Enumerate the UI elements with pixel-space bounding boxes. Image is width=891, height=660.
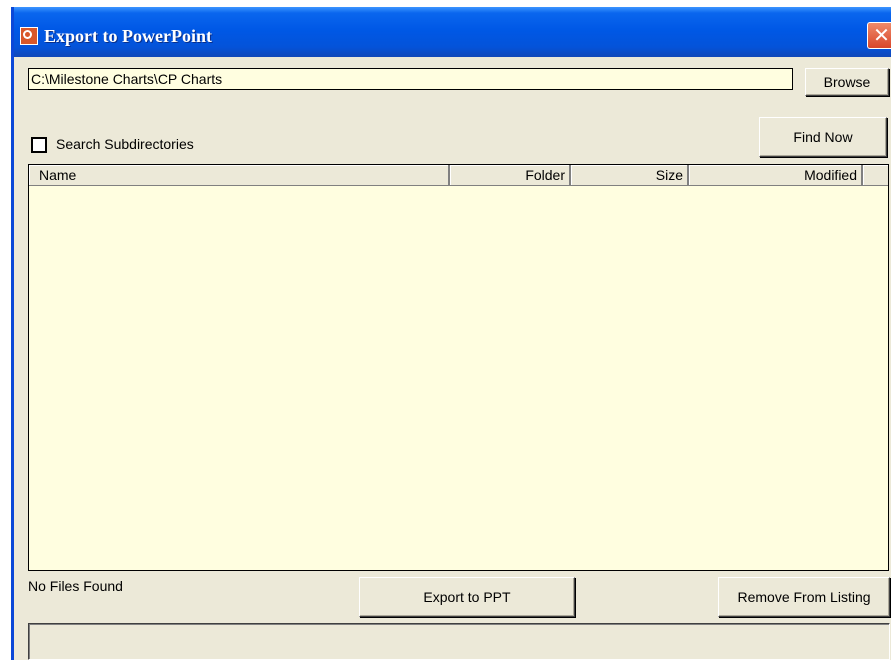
column-header-folder[interactable]: Folder: [450, 165, 571, 186]
export-to-ppt-button[interactable]: Export to PPT: [359, 577, 575, 617]
file-list[interactable]: Name Folder Size Modified: [28, 164, 889, 571]
powerpoint-icon: [20, 27, 38, 45]
column-header-name[interactable]: Name: [29, 165, 450, 186]
find-now-button[interactable]: Find Now: [759, 117, 887, 157]
status-bar: [28, 623, 890, 660]
close-icon[interactable]: ✕: [867, 22, 891, 49]
column-header-filler: [863, 165, 888, 186]
folder-path-input[interactable]: [28, 68, 793, 90]
title-bar[interactable]: Export to PowerPoint ✕: [14, 7, 891, 57]
list-body[interactable]: [29, 186, 888, 570]
export-to-powerpoint-window: Export to PowerPoint ✕ Browse Find Now S…: [11, 7, 891, 660]
search-subdirectories-checkbox[interactable]: [31, 137, 47, 153]
status-message: No Files Found: [28, 578, 123, 594]
list-header: Name Folder Size Modified: [29, 165, 888, 186]
window-title: Export to PowerPoint: [44, 26, 212, 46]
browse-button[interactable]: Browse: [805, 68, 889, 96]
column-header-size[interactable]: Size: [571, 165, 689, 186]
search-subdirectories-label[interactable]: Search Subdirectories: [56, 136, 194, 152]
column-header-modified[interactable]: Modified: [689, 165, 863, 186]
remove-from-listing-button[interactable]: Remove From Listing: [718, 577, 890, 617]
